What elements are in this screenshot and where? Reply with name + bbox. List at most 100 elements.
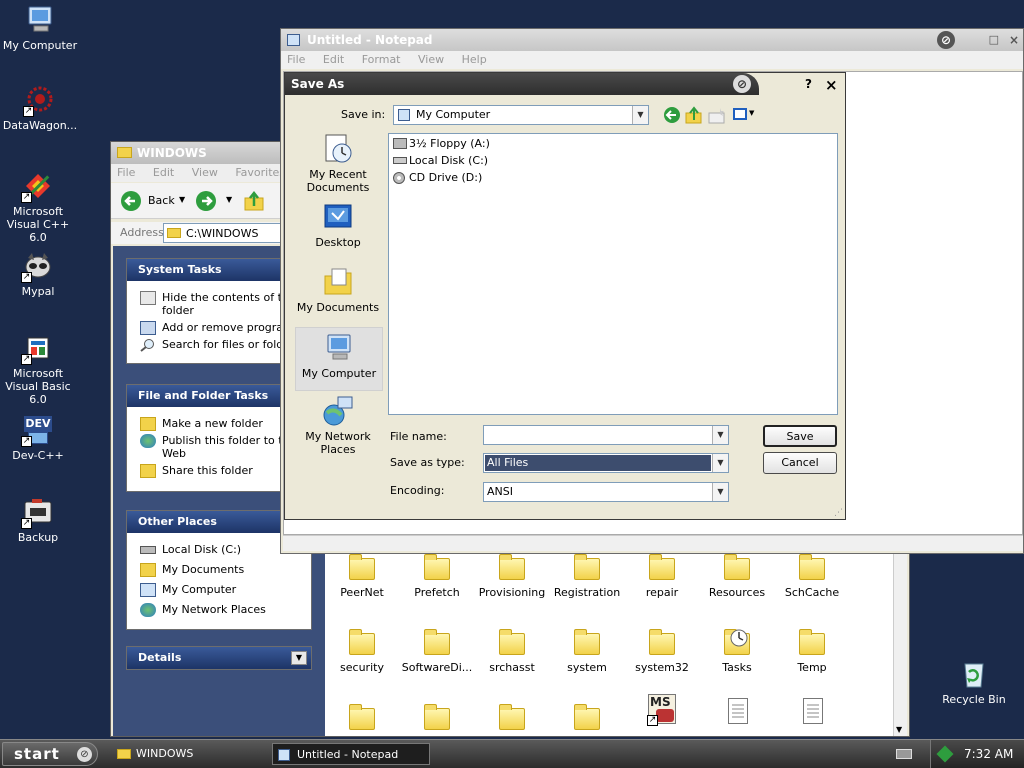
msi-logo-icon <box>656 709 674 722</box>
minimize-button[interactable]: ⊘ <box>937 31 955 49</box>
desktop-icon-datawagon[interactable]: ↗ DataWagon... <box>0 84 80 132</box>
folder-provisioning[interactable]: Provisioning <box>472 554 552 599</box>
folder-system32[interactable]: system32 <box>622 629 702 674</box>
menu-edit[interactable]: Edit <box>153 166 174 179</box>
desktop-icon-recycle-bin[interactable]: Recycle Bin <box>934 658 1014 706</box>
desktop-icon-my-computer[interactable]: My Computer <box>0 4 80 52</box>
notepad-titlebar[interactable]: Untitled - Notepad ⊘ □ × <box>281 29 1023 51</box>
encoding-select[interactable]: ANSI ▼ <box>483 482 729 502</box>
menu-favorites[interactable]: Favorites <box>235 166 285 179</box>
clock[interactable]: 7:32 AM <box>964 747 1013 761</box>
expand-chevron-icon[interactable]: ▼ <box>291 651 307 665</box>
scroll-down-icon[interactable]: ▼ <box>896 725 902 734</box>
folder-registration[interactable]: Registration <box>547 554 627 599</box>
save-as-titlebar[interactable]: Save As ⊘ <box>285 73 759 95</box>
back-button[interactable]: Back ▼ <box>120 190 186 212</box>
forward-arrow-icon <box>196 191 216 211</box>
folder-srchasst[interactable]: srchasst <box>472 629 552 674</box>
desktop-icon-dev-cpp[interactable]: DEV ↗ Dev-C++ <box>0 414 78 462</box>
close-button[interactable]: × <box>1009 29 1019 51</box>
taskbar-button-notepad[interactable]: Untitled - Notepad <box>272 743 430 765</box>
folder-softwaredistribution[interactable]: SoftwareDi... <box>397 629 477 674</box>
text-file-2[interactable] <box>803 698 823 724</box>
start-button[interactable]: start ⊘ <box>2 742 98 766</box>
place-my-documents[interactable]: My Documents <box>127 563 311 577</box>
menu-format[interactable]: Format <box>362 53 401 66</box>
desktop-icon-mypal[interactable]: ↗ Mypal <box>0 250 78 298</box>
folder-icon <box>117 749 131 759</box>
resize-grip-icon[interactable]: ⋰ <box>834 508 843 518</box>
chevron-down-icon[interactable]: ▼ <box>712 426 728 444</box>
menu-file[interactable]: File <box>287 53 305 66</box>
menu-file[interactable]: File <box>117 166 135 179</box>
place-network-places[interactable]: My Network Places <box>295 395 381 456</box>
drive-local-disk[interactable]: Local Disk (C:) <box>393 153 488 169</box>
file-list[interactable]: 3½ Floppy (A:) Local Disk (C:) CD Drive … <box>388 133 838 415</box>
back-navigation-icon[interactable] <box>663 106 681 124</box>
task-label: Add or remove programs <box>162 321 300 334</box>
menu-help[interactable]: Help <box>462 53 487 66</box>
drive-label: 3½ Floppy (A:) <box>409 137 490 150</box>
folder-tasks[interactable]: Tasks <box>697 629 777 674</box>
close-button[interactable]: × <box>825 76 838 94</box>
folder-prefetch[interactable]: Prefetch <box>397 554 477 599</box>
encoding-label: Encoding: <box>390 484 445 497</box>
dialog-menu-icon[interactable]: ⊘ <box>733 75 751 93</box>
menu-view[interactable]: View <box>192 166 218 179</box>
new-folder-icon[interactable] <box>708 106 726 124</box>
folder-schcache[interactable]: SchCache <box>772 554 852 599</box>
folder-row3-4[interactable] <box>547 704 627 736</box>
place-network[interactable]: My Network Places <box>127 603 311 617</box>
up-folder-button[interactable] <box>243 190 267 212</box>
drive-cd[interactable]: CD Drive (D:) <box>393 170 482 186</box>
up-one-level-icon[interactable] <box>685 106 703 124</box>
address-input[interactable]: C:\WINDOWS <box>163 223 283 243</box>
file-name-input[interactable]: ▼ <box>483 425 729 445</box>
restore-button[interactable]: □ <box>989 29 999 51</box>
menu-view[interactable]: View <box>418 53 444 66</box>
save-as-type-select[interactable]: All Files ▼ <box>483 453 729 473</box>
place-desktop[interactable]: Desktop <box>295 201 381 249</box>
menu-edit[interactable]: Edit <box>323 53 344 66</box>
save-in-dropdown[interactable]: My Computer ▼ <box>393 105 649 125</box>
folder-row3-1[interactable] <box>322 704 402 736</box>
msi-file[interactable]: MS ↗ <box>647 694 678 728</box>
folder-peernet[interactable]: PeerNet <box>322 554 402 599</box>
shortcut-arrow-icon: ↗ <box>647 715 658 726</box>
drive-floppy[interactable]: 3½ Floppy (A:) <box>393 136 490 152</box>
place-my-computer[interactable]: My Computer <box>127 583 311 597</box>
keyboard-icon[interactable] <box>896 749 912 759</box>
notepad-hscroll[interactable] <box>283 535 1023 551</box>
help-button[interactable]: ? <box>805 77 812 91</box>
taskbar-button-windows[interactable]: WINDOWS <box>112 743 268 765</box>
network-tray-icon[interactable] <box>936 745 954 763</box>
chevron-down-icon[interactable]: ▼ <box>632 106 648 124</box>
details-header[interactable]: Details <box>127 647 311 669</box>
folder-icon <box>799 554 825 580</box>
view-menu-button[interactable]: ▼ <box>733 107 757 123</box>
place-my-documents[interactable]: My Documents <box>295 266 381 314</box>
desktop-icon-backup[interactable]: ↗ Backup <box>0 496 78 544</box>
save-button[interactable]: Save <box>763 425 837 447</box>
forward-dropdown-icon[interactable]: ▼ <box>226 195 232 204</box>
folder-security[interactable]: security <box>322 629 402 674</box>
folder-row3-2[interactable] <box>397 704 477 736</box>
folder-temp[interactable]: Temp <box>772 629 852 674</box>
desktop-icon-visual-cpp[interactable]: ↗ Microsoft Visual C++ 6.0 <box>0 170 78 244</box>
place-recent-documents[interactable]: My Recent Documents <box>295 133 381 194</box>
chevron-down-icon[interactable]: ▼ <box>712 454 728 472</box>
chevron-down-icon[interactable]: ▼ <box>712 483 728 501</box>
notepad-menubar: File Edit Format View Help <box>281 51 1023 69</box>
desktop-icon-visual-basic[interactable]: ↗ Microsoft Visual Basic 6.0 <box>0 332 78 406</box>
back-dropdown-icon[interactable]: ▼ <box>179 195 185 204</box>
folder-row3-3[interactable] <box>472 704 552 736</box>
folder-repair[interactable]: repair <box>622 554 702 599</box>
shortcut-arrow-icon: ↗ <box>23 106 34 117</box>
folder-system[interactable]: system <box>547 629 627 674</box>
text-file-1[interactable] <box>728 698 748 724</box>
folder-resources[interactable]: Resources <box>697 554 777 599</box>
place-my-computer[interactable]: My Computer <box>295 327 383 391</box>
task-label: Hide the contents of this folder <box>162 291 298 317</box>
cancel-button[interactable]: Cancel <box>763 452 837 474</box>
forward-button[interactable]: ▼ <box>195 190 235 212</box>
